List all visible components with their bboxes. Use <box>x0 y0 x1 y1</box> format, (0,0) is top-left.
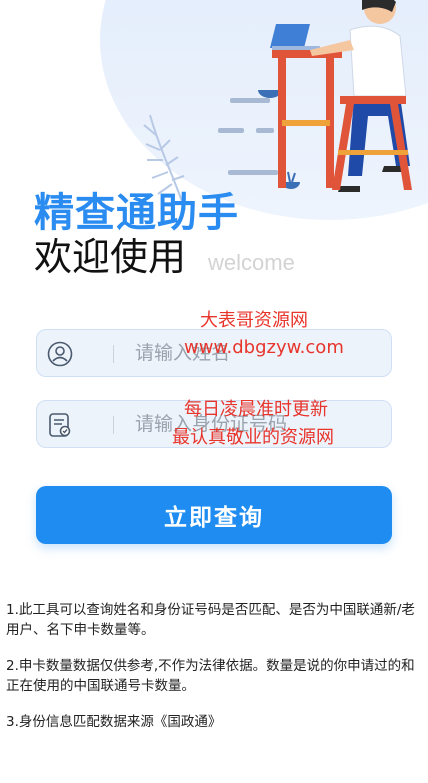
welcome-caption: welcome <box>208 250 295 275</box>
id-card-icon <box>47 412 73 438</box>
watermark-line-1: 大表哥资源网 <box>200 310 308 331</box>
user-icon <box>47 341 73 367</box>
watermark-line-4: 最认真敬业的资源网 <box>172 427 334 448</box>
query-button[interactable]: 立即查询 <box>36 486 392 544</box>
welcome-heading: 欢迎使用 <box>34 235 187 279</box>
notes-section: 1.此工具可以查询姓名和身份证号码是否匹配、是否为中国联通新/老用户、名下申卡数… <box>6 600 426 748</box>
field-divider <box>113 416 114 434</box>
watermark-line-3: 每日凌晨准时更新 <box>184 399 328 420</box>
note-item: 1.此工具可以查询姓名和身份证号码是否匹配、是否为中国联通新/老用户、名下申卡数… <box>6 602 415 638</box>
note-item: 2.申卡数量数据仅供参考,不作为法律依据。数量是说的你申请过的和正在使用的中国联… <box>6 658 415 694</box>
field-divider <box>113 345 114 363</box>
watermark-line-2: www.dbgzyw.com <box>184 337 344 358</box>
note-item: 3.身份信息匹配数据来源《国政通》 <box>6 714 222 730</box>
